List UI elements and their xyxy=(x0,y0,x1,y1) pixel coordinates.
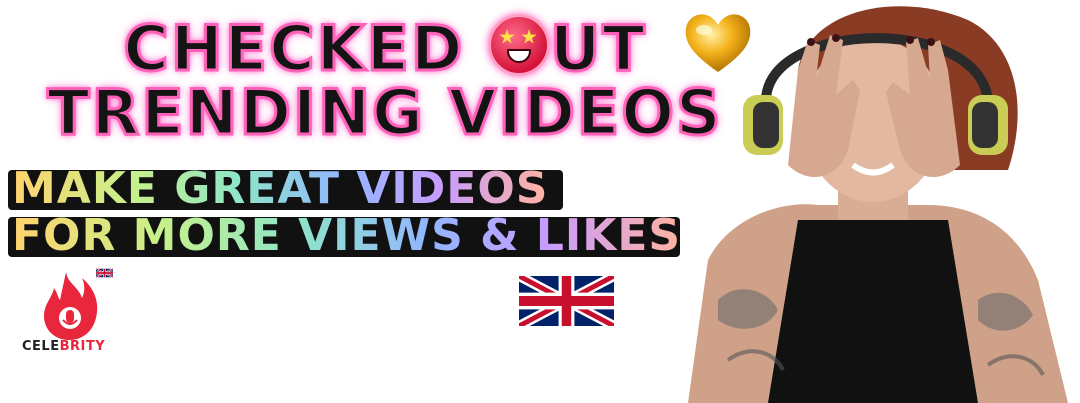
person-with-headphones-photo xyxy=(688,6,1068,403)
headline-word-out-tail: UT xyxy=(549,12,647,85)
uk-flag-small-icon xyxy=(96,268,113,278)
headline-word-checked: CHECKED xyxy=(122,12,465,85)
tagline-line-2: FOR MORE VIEWS & LIKES xyxy=(12,210,682,261)
uk-flag-icon xyxy=(519,276,614,326)
logo-text-part-2: BRITY xyxy=(59,339,106,354)
logo-wordmark: CELEBRITY xyxy=(22,339,105,354)
tagline-line-1: MAKE GREAT VIDEOS xyxy=(12,163,549,214)
star-struck-emoji-icon xyxy=(488,14,551,76)
logo-text-part-1: CELE xyxy=(22,339,60,354)
